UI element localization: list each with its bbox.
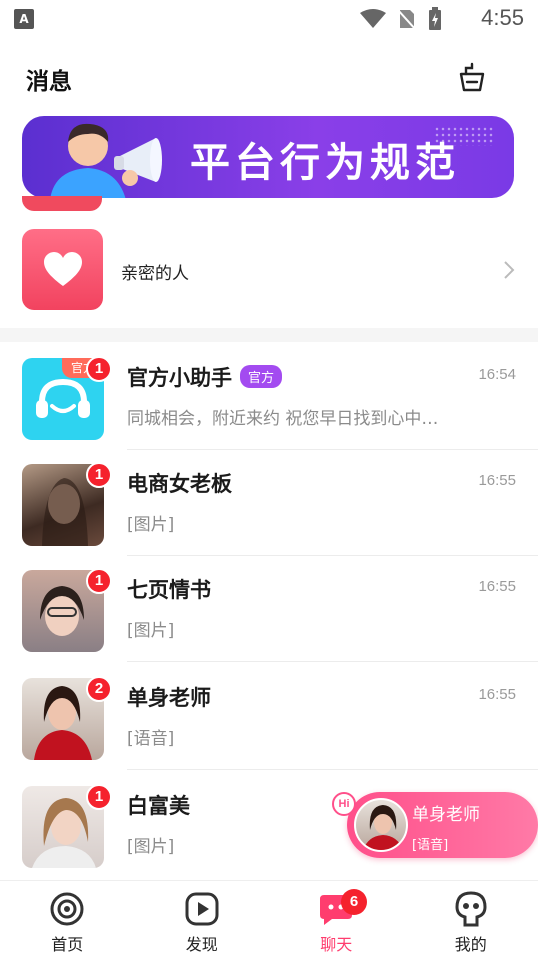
clean-basket-icon[interactable] bbox=[455, 60, 489, 94]
nav-discover[interactable]: 发现 bbox=[135, 881, 270, 957]
home-icon bbox=[50, 892, 84, 926]
battery-charging-icon bbox=[429, 7, 441, 30]
partial-list-tile bbox=[22, 196, 102, 211]
nav-discover-label: 发现 bbox=[185, 935, 218, 954]
megaphone-person-illustration bbox=[50, 123, 162, 198]
unread-badge: 1 bbox=[86, 784, 112, 810]
message-preview: 同城相会，附近来约 祝您早日找到心中… bbox=[127, 409, 439, 429]
status-bar: A 4:55 bbox=[0, 0, 538, 38]
bubble-avatar bbox=[354, 798, 408, 852]
row-divider bbox=[127, 769, 538, 770]
hi-badge: Hi bbox=[332, 792, 356, 816]
message-time: 16:55 bbox=[478, 472, 516, 489]
nav-home-label: 首页 bbox=[51, 935, 84, 954]
message-preview: [图片] bbox=[127, 621, 175, 641]
conversation-row[interactable]: 2 单身老师 [语音] 16:55 bbox=[0, 664, 538, 770]
status-time: 4:55 bbox=[481, 5, 524, 30]
chat-unread-badge: 6 bbox=[341, 889, 367, 915]
contact-name: 电商女老板 bbox=[127, 472, 232, 496]
row-divider bbox=[127, 661, 538, 662]
nav-chat-label: 聊天 bbox=[320, 935, 353, 954]
conversation-row[interactable]: 1 电商女老板 [图片] 16:55 bbox=[0, 450, 538, 556]
unread-badge: 1 bbox=[86, 462, 112, 488]
nav-chat[interactable]: 6 聊天 bbox=[269, 881, 404, 957]
conversation-row[interactable]: 官方 1 官方小助手 官方 同城相会，附近来约 祝您早日找到心中… 16:54 bbox=[0, 344, 538, 450]
contact-name: 官方小助手 官方 bbox=[127, 362, 283, 392]
bottom-navigation: 首页 发现 6 聊天 我的 bbox=[0, 880, 538, 957]
intimate-label: 亲密的人 bbox=[121, 264, 189, 284]
chevron-right-icon bbox=[504, 261, 515, 279]
unread-badge: 2 bbox=[86, 676, 112, 702]
contact-name: 单身老师 bbox=[127, 686, 211, 710]
wifi-icon bbox=[360, 9, 386, 28]
rules-banner[interactable]: 平台行为规范 bbox=[22, 116, 514, 198]
unread-badge: 1 bbox=[86, 568, 112, 594]
message-time: 16:55 bbox=[478, 686, 516, 703]
message-time: 16:54 bbox=[478, 366, 516, 383]
bubble-name: 单身老师 bbox=[412, 805, 480, 825]
message-preview: [图片] bbox=[127, 515, 175, 535]
conversation-row[interactable]: 1 七页情书 [图片] 16:55 bbox=[0, 556, 538, 662]
status-icons bbox=[360, 7, 442, 30]
app-notification-icon: A bbox=[14, 9, 34, 29]
heart-icon bbox=[43, 251, 82, 286]
intimate-people-row[interactable]: 亲密的人 bbox=[0, 226, 538, 314]
bubble-preview: [语音] bbox=[412, 838, 449, 853]
banner-title: 平台行为规范 bbox=[190, 140, 460, 186]
unread-badge: 1 bbox=[86, 356, 112, 382]
nav-home[interactable]: 首页 bbox=[0, 881, 135, 957]
contact-name: 七页情书 bbox=[127, 578, 211, 602]
play-icon bbox=[185, 892, 219, 926]
official-tag: 官方 bbox=[240, 365, 283, 388]
message-preview: [图片] bbox=[127, 837, 175, 857]
contact-name-text: 官方小助手 bbox=[127, 366, 232, 390]
section-divider bbox=[0, 328, 538, 342]
contact-name: 白富美 bbox=[127, 794, 190, 818]
nav-profile[interactable]: 我的 bbox=[404, 881, 538, 957]
page-header: 消息 bbox=[0, 50, 538, 106]
heart-tile bbox=[22, 229, 103, 310]
page-title: 消息 bbox=[26, 69, 72, 95]
nav-profile-label: 我的 bbox=[454, 935, 487, 954]
profile-icon bbox=[455, 891, 487, 927]
no-sim-icon bbox=[398, 9, 416, 30]
message-preview: [语音] bbox=[127, 729, 175, 749]
message-time: 16:55 bbox=[478, 578, 516, 595]
